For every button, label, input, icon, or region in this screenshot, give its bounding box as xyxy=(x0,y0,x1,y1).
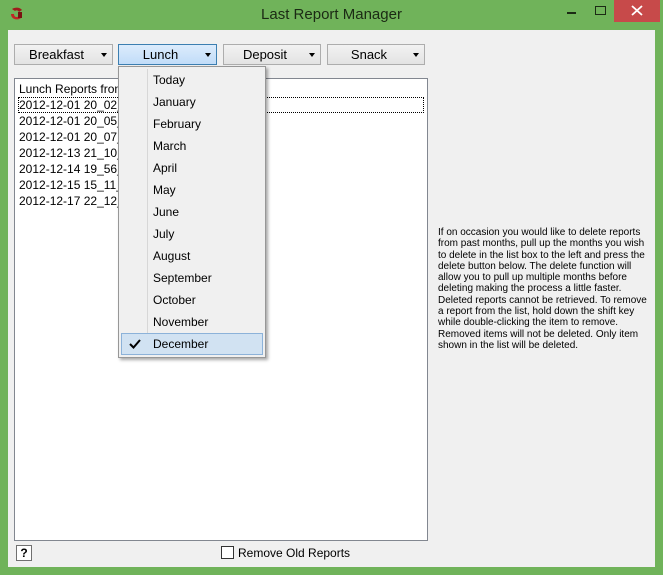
list-header: Lunch Reports fron xyxy=(19,82,122,96)
menu-item-january[interactable]: January xyxy=(121,91,263,113)
menu-item-label: March xyxy=(153,139,187,153)
menu-item-july[interactable]: July xyxy=(121,223,263,245)
app-window: Last Report Manager Breakfast Lunch Depo… xyxy=(0,0,663,575)
checkbox-label[interactable]: Remove Old Reports xyxy=(238,546,350,560)
menu-item-label: January xyxy=(153,95,196,109)
menu-item-label: February xyxy=(153,117,202,131)
menu-item-november[interactable]: November xyxy=(121,311,263,333)
menu-item-february[interactable]: February xyxy=(121,113,263,135)
menu-item-october[interactable]: October xyxy=(121,289,263,311)
deposit-dropdown-button[interactable]: Deposit xyxy=(223,44,321,65)
deposit-label: Deposit xyxy=(242,47,288,62)
menu-item-label: September xyxy=(153,271,212,285)
menu-item-label: Today xyxy=(153,73,186,87)
menu-item-label: April xyxy=(153,161,178,175)
breakfast-dropdown-button[interactable]: Breakfast xyxy=(14,44,113,65)
checkbox-box[interactable] xyxy=(221,546,234,559)
maximize-button[interactable] xyxy=(586,0,614,22)
minimize-button[interactable] xyxy=(556,0,586,22)
menu-item-june[interactable]: June xyxy=(121,201,263,223)
menu-item-label: December xyxy=(153,337,209,351)
menu-item-march[interactable]: March xyxy=(121,135,263,157)
menu-item-label: June xyxy=(153,205,180,219)
lunch-label: Lunch xyxy=(142,47,179,62)
chevron-down-icon xyxy=(205,53,211,57)
month-dropdown-menu: Today January February March April May J… xyxy=(118,66,266,358)
menu-item-september[interactable]: September xyxy=(121,267,263,289)
lunch-dropdown-button[interactable]: Lunch xyxy=(118,44,217,65)
snack-dropdown-button[interactable]: Snack xyxy=(327,44,425,65)
close-icon xyxy=(631,5,643,16)
menu-item-label: August xyxy=(153,249,191,263)
menu-item-may[interactable]: May xyxy=(121,179,263,201)
chevron-down-icon xyxy=(101,53,107,57)
title-bar[interactable]: Last Report Manager xyxy=(0,0,663,30)
chevron-down-icon xyxy=(309,53,315,57)
checkmark-icon xyxy=(129,339,141,349)
menu-item-label: October xyxy=(153,293,196,307)
menu-item-april[interactable]: April xyxy=(121,157,263,179)
menu-item-label: July xyxy=(153,227,175,241)
menu-item-today[interactable]: Today xyxy=(121,69,263,91)
client-area: Breakfast Lunch Deposit Snack Lunch Repo… xyxy=(8,30,655,567)
help-button[interactable]: ? xyxy=(16,545,32,561)
chevron-down-icon xyxy=(413,53,419,57)
menu-item-december[interactable]: December xyxy=(121,333,263,355)
breakfast-label: Breakfast xyxy=(29,47,84,62)
snack-label: Snack xyxy=(350,47,388,62)
menu-item-label: May xyxy=(153,183,176,197)
instructions-text: If on occasion you would like to delete … xyxy=(438,227,647,351)
menu-item-label: November xyxy=(153,315,209,329)
menu-item-august[interactable]: August xyxy=(121,245,263,267)
close-button[interactable] xyxy=(614,0,660,22)
